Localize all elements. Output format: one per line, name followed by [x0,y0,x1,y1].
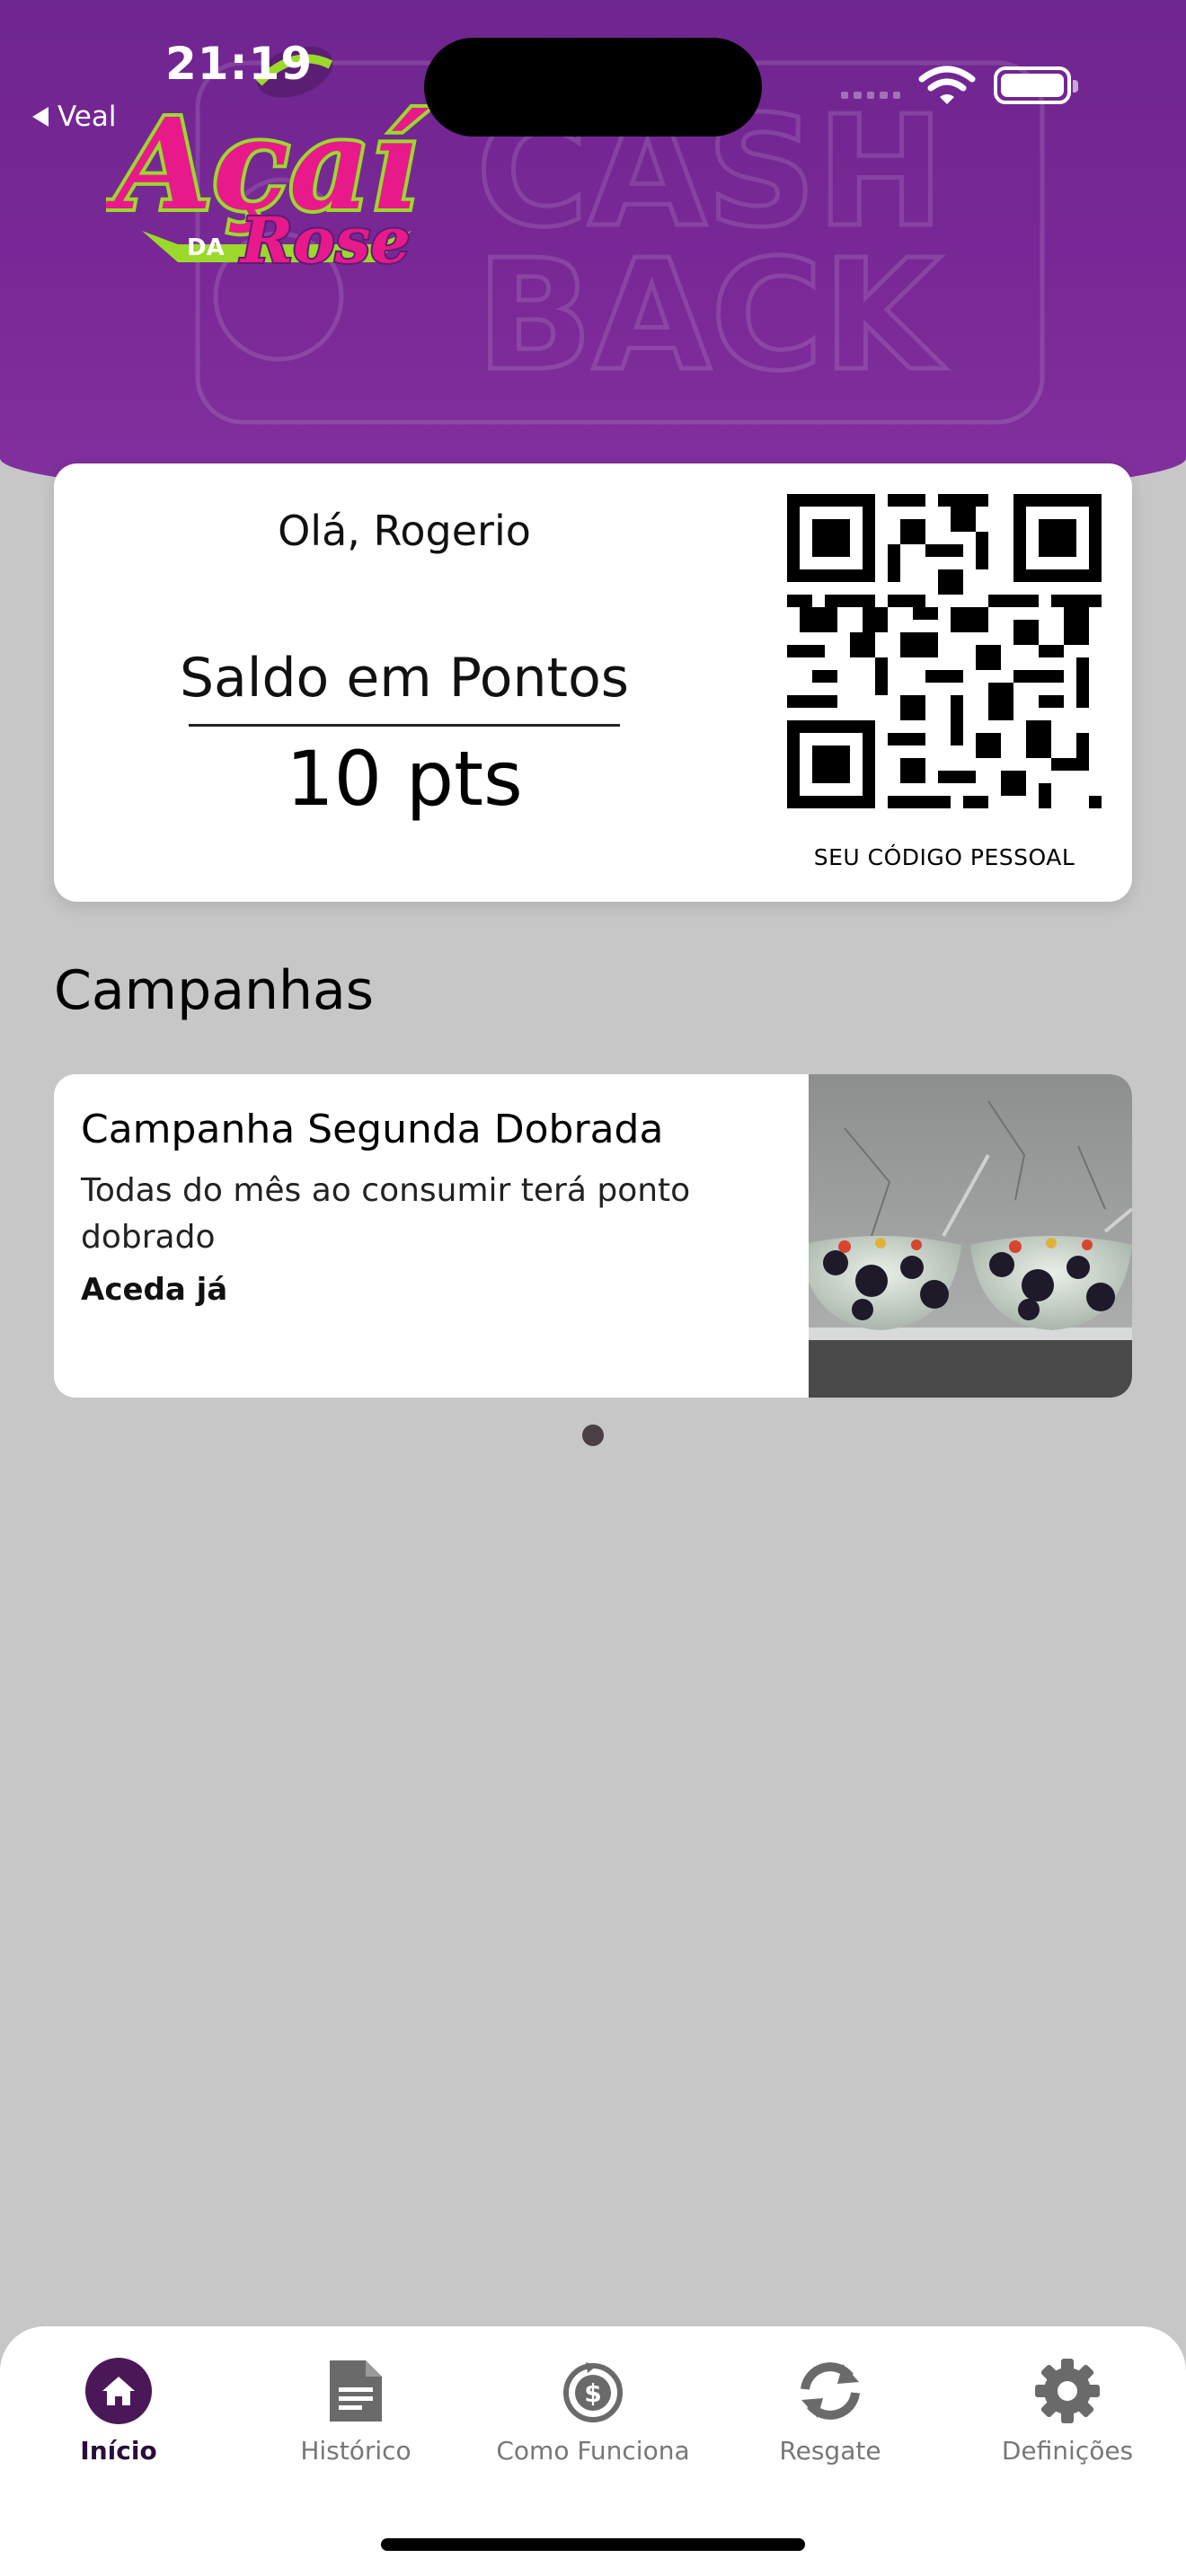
greeting: Olá, Rogerio [278,507,531,555]
home-indicator[interactable] [381,2538,805,2551]
campaign-cta-link[interactable]: Aceda já [81,1272,227,1308]
points-card: Olá, Rogerio Saldo em Pontos 10 pts SEU … [54,463,1132,902]
balance-divider [189,724,620,727]
watermark-line2: BACK [476,227,946,405]
logo-da: DA [187,234,225,261]
balance-label: Saldo em Pontos [179,647,630,710]
dollar-cycle-icon: $ [557,2355,629,2427]
campaign-title: Campanha Segunda Dobrada [81,1107,664,1152]
balance-value: 10 pts [286,735,523,823]
tab-resgate[interactable]: Resgate [718,2355,943,2466]
status-time: 21:19 [165,38,314,90]
home-icon [83,2355,155,2427]
campaign-description: Todas do mês ao consumir terá ponto dobr… [81,1172,691,1256]
tab-como-funciona[interactable]: $ Como Funciona [481,2355,705,2466]
tab-label: Como Funciona [496,2436,690,2466]
carousel-page-indicator[interactable] [582,1425,604,1446]
tab-label: Resgate [779,2436,881,2466]
tab-label: Histórico [300,2436,412,2466]
battery-icon [994,66,1078,104]
tab-label: Início [80,2436,157,2466]
back-to-app-link[interactable]: Veal [32,101,116,133]
campaign-image [809,1074,1132,1398]
wifi-icon [918,66,976,104]
logo-rose: Rose [239,203,411,278]
tab-definicoes[interactable]: Definições [955,2355,1180,2466]
tab-historico[interactable]: Histórico [243,2355,468,2466]
header: CASH BACK Açaí DA Rose 21:19 Veal [0,0,1186,503]
svg-text:$: $ [584,2378,601,2408]
document-icon [320,2355,392,2427]
gear-icon [1031,2355,1103,2427]
back-triangle-icon [32,107,49,127]
campaign-card[interactable]: Campanha Segunda Dobrada Todas do mês ao… [54,1074,1132,1398]
tab-label: Definições [1001,2436,1134,2466]
tab-inicio[interactable]: Início [6,2355,231,2466]
campaigns-section-title: Campanhas [54,959,375,1022]
back-label: Veal [58,101,117,133]
signal-dots [841,92,901,99]
dynamic-island [424,38,762,137]
qr-code[interactable] [787,494,1102,808]
refresh-icon [794,2355,866,2427]
qr-caption: SEU CÓDIGO PESSOAL [813,844,1075,870]
